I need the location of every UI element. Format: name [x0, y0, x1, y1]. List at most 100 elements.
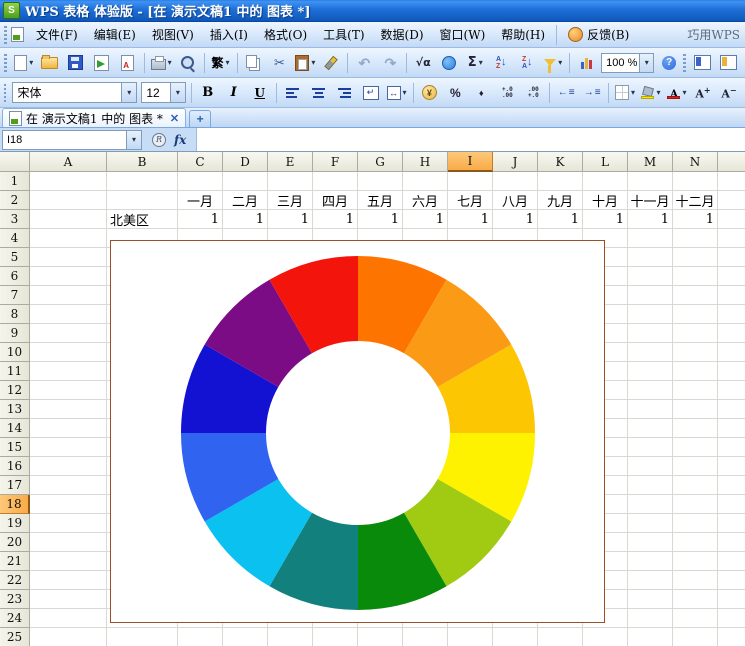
- column-header-D[interactable]: D: [223, 152, 268, 172]
- name-box-dropdown[interactable]: ▾: [126, 131, 141, 149]
- task-pane-button-2[interactable]: [717, 51, 741, 75]
- redo-button[interactable]: ↷: [378, 51, 402, 75]
- open-button[interactable]: [38, 51, 62, 75]
- cell-B1[interactable]: [107, 172, 178, 191]
- cell-L1[interactable]: [583, 172, 628, 191]
- font-color-button[interactable]: A▾: [665, 81, 689, 105]
- cell-C3[interactable]: 1: [178, 210, 223, 229]
- chinese-convert-button[interactable]: 繁▾: [209, 51, 233, 75]
- formula-input[interactable]: [196, 128, 745, 151]
- cell-A20[interactable]: [30, 533, 107, 552]
- cell-I3[interactable]: 1: [448, 210, 493, 229]
- pdf-export-button[interactable]: [116, 51, 140, 75]
- font-size-dropdown[interactable]: ▾: [170, 83, 185, 102]
- borders-dropdown-arrow[interactable]: ▾: [631, 88, 635, 97]
- cell-G1[interactable]: [358, 172, 403, 191]
- row-header-16[interactable]: 16: [0, 457, 30, 476]
- borders-button[interactable]: ▾: [613, 81, 637, 105]
- cell-G25[interactable]: [358, 628, 403, 646]
- cell-M5[interactable]: [628, 248, 673, 267]
- format-painter-button[interactable]: [319, 51, 343, 75]
- cell-K1[interactable]: [538, 172, 583, 191]
- task-pane-button-1[interactable]: [691, 51, 715, 75]
- cell-N3[interactable]: 1: [673, 210, 718, 229]
- cell-N13[interactable]: [673, 400, 718, 419]
- cell-C25[interactable]: [178, 628, 223, 646]
- cell-M12[interactable]: [628, 381, 673, 400]
- autosum-dropdown-arrow[interactable]: ▾: [479, 58, 483, 67]
- cell-N4[interactable]: [673, 229, 718, 248]
- cell-B3[interactable]: 北美区: [107, 210, 178, 229]
- cell-L25[interactable]: [583, 628, 628, 646]
- fill-color-button[interactable]: ▾: [639, 81, 663, 105]
- decrease-indent-button[interactable]: ←≡: [554, 81, 578, 105]
- cell-A24[interactable]: [30, 609, 107, 628]
- grow-font-button[interactable]: A+: [691, 81, 715, 105]
- column-header-L[interactable]: L: [583, 152, 628, 172]
- align-left-button[interactable]: [281, 81, 305, 105]
- merge-center-button[interactable]: ↔▾: [385, 81, 409, 105]
- cell-N24[interactable]: [673, 609, 718, 628]
- paste-dropdown-arrow[interactable]: ▾: [311, 58, 315, 67]
- row-header-7[interactable]: 7: [0, 286, 30, 305]
- row-header-3[interactable]: 3: [0, 210, 30, 229]
- row-header-1[interactable]: 1: [0, 172, 30, 191]
- cell-M16[interactable]: [628, 457, 673, 476]
- cell-B25[interactable]: [107, 628, 178, 646]
- row-header-5[interactable]: 5: [0, 248, 30, 267]
- help-button[interactable]: ?: [657, 51, 681, 75]
- cell-M13[interactable]: [628, 400, 673, 419]
- promo-text[interactable]: 巧用WPS: [687, 26, 742, 43]
- cell-M22[interactable]: [628, 571, 673, 590]
- menu-item-feedback[interactable]: 反馈(B): [560, 23, 637, 46]
- cell-M20[interactable]: [628, 533, 673, 552]
- row-header-6[interactable]: 6: [0, 267, 30, 286]
- cell-N10[interactable]: [673, 343, 718, 362]
- cell-N23[interactable]: [673, 590, 718, 609]
- cell-N16[interactable]: [673, 457, 718, 476]
- cell-E2[interactable]: 三月: [268, 191, 313, 210]
- export-button[interactable]: [90, 51, 114, 75]
- cell-K2[interactable]: 九月: [538, 191, 583, 210]
- row-header-19[interactable]: 19: [0, 514, 30, 533]
- menu-item[interactable]: 数据(D): [373, 23, 432, 46]
- cell-A9[interactable]: [30, 324, 107, 343]
- column-header-B[interactable]: B: [107, 152, 178, 172]
- document-tab[interactable]: 在 演示文稿1 中的 图表 * ✕: [2, 108, 186, 127]
- cell-G2[interactable]: 五月: [358, 191, 403, 210]
- align-right-button[interactable]: [333, 81, 357, 105]
- column-header-F[interactable]: F: [313, 152, 358, 172]
- sort-ascending-button[interactable]: AZ↓: [489, 51, 513, 75]
- cell-A25[interactable]: [30, 628, 107, 646]
- column-header-J[interactable]: J: [493, 152, 538, 172]
- cell-M4[interactable]: [628, 229, 673, 248]
- shrink-font-button[interactable]: A−: [717, 81, 741, 105]
- cell-F25[interactable]: [313, 628, 358, 646]
- menu-item[interactable]: 文件(F): [28, 23, 86, 46]
- cell-A16[interactable]: [30, 457, 107, 476]
- cell-A18[interactable]: [30, 495, 107, 514]
- comma-style-button[interactable]: ♦: [469, 81, 493, 105]
- row-header-13[interactable]: 13: [0, 400, 30, 419]
- menubar-grip[interactable]: [4, 26, 7, 44]
- decrease-decimal-button[interactable]: .00+.0: [521, 81, 545, 105]
- cell-M15[interactable]: [628, 438, 673, 457]
- save-button[interactable]: [64, 51, 88, 75]
- cell-G3[interactable]: 1: [358, 210, 403, 229]
- cell-M9[interactable]: [628, 324, 673, 343]
- toolbar-grip[interactable]: [683, 54, 686, 72]
- cell-C1[interactable]: [178, 172, 223, 191]
- cell-N19[interactable]: [673, 514, 718, 533]
- cell-N1[interactable]: [673, 172, 718, 191]
- cell-N8[interactable]: [673, 305, 718, 324]
- row-header-4[interactable]: 4: [0, 229, 30, 248]
- row-header-17[interactable]: 17: [0, 476, 30, 495]
- row-header-15[interactable]: 15: [0, 438, 30, 457]
- cell-E1[interactable]: [268, 172, 313, 191]
- paste-button[interactable]: ▾: [293, 51, 317, 75]
- cell-M21[interactable]: [628, 552, 673, 571]
- cell-N5[interactable]: [673, 248, 718, 267]
- cell-M19[interactable]: [628, 514, 673, 533]
- menu-item[interactable]: 格式(O): [256, 23, 315, 46]
- cell-N18[interactable]: [673, 495, 718, 514]
